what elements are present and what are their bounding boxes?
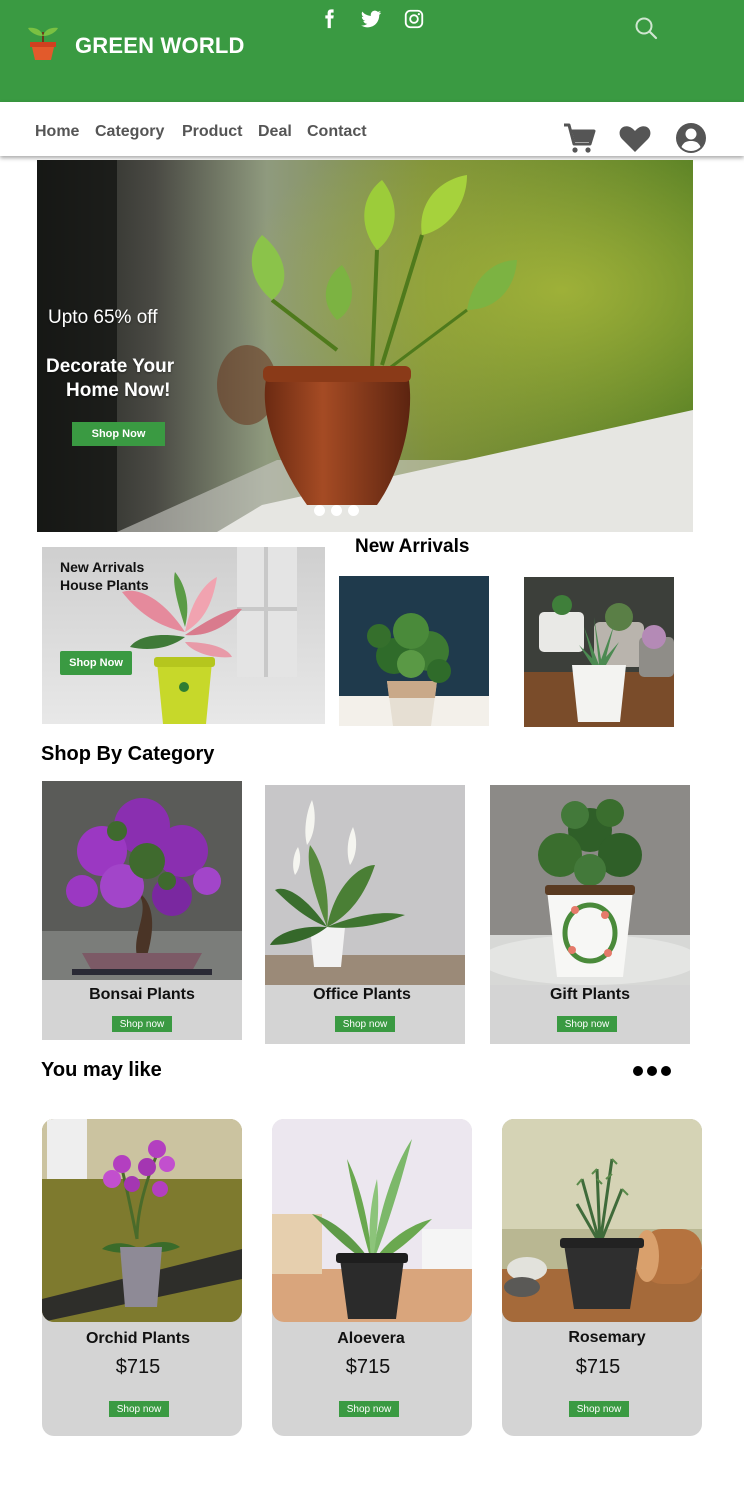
product-orchid-shop-now-button[interactable]: Shop now xyxy=(109,1401,169,1417)
product-aloevera-shop-now-button[interactable]: Shop now xyxy=(339,1401,399,1417)
category-label-office: Office Plants xyxy=(313,986,411,1003)
brand-name[interactable]: GREEN WORLD xyxy=(75,33,245,59)
promo-title-line1: New Arrivals xyxy=(60,559,145,575)
aloevera-plant-image xyxy=(272,1119,472,1322)
new-arrival-plant-1-image[interactable] xyxy=(339,576,489,726)
search-icon[interactable] xyxy=(633,15,659,41)
hero-headline-line2: Home Now! xyxy=(66,380,171,401)
hero-shop-now-button[interactable]: Shop Now xyxy=(72,422,165,446)
product-price-orchid: $715 xyxy=(115,1356,161,1378)
rosemary-plant-image xyxy=(502,1119,702,1322)
nav-item-deal[interactable]: Deal xyxy=(258,123,292,141)
category-bonsai-shop-now-button[interactable]: Shop now xyxy=(112,1016,172,1032)
carousel-dot-2[interactable] xyxy=(331,505,342,516)
orchid-plant-image xyxy=(42,1119,242,1322)
cart-icon[interactable] xyxy=(561,120,597,156)
product-name-rosemary: Rosemary xyxy=(568,1329,646,1346)
hero-pothos-plant-image xyxy=(37,160,693,532)
new-arrivals-heading: New Arrivals xyxy=(355,536,470,557)
category-label-gift: Gift Plants xyxy=(549,986,630,1003)
category-gift-shop-now-button[interactable]: Shop now xyxy=(557,1016,617,1032)
facebook-icon[interactable] xyxy=(318,8,340,30)
gift-plant-image xyxy=(490,785,690,985)
twitter-icon[interactable] xyxy=(360,8,382,30)
shop-by-category-heading: Shop By Category xyxy=(41,743,215,765)
product-price-rosemary: $715 xyxy=(575,1356,621,1378)
heart-icon[interactable] xyxy=(617,120,653,156)
promo-shop-now-button[interactable]: Shop Now xyxy=(60,651,132,675)
carousel-dot-1[interactable] xyxy=(314,505,325,516)
more-dots-icon[interactable] xyxy=(632,1063,672,1079)
hero-offer-text: Upto 65% off xyxy=(48,307,158,328)
category-label-bonsai: Bonsai Plants xyxy=(89,986,195,1003)
logo-plant-pot-icon xyxy=(28,27,58,60)
nav-item-contact[interactable]: Contact xyxy=(307,123,367,141)
carousel-dot-3[interactable] xyxy=(348,505,359,516)
office-plant-image xyxy=(265,785,465,985)
product-name-aloevera: Aloevera xyxy=(337,1330,405,1347)
new-arrival-plant-2-image[interactable] xyxy=(524,577,674,727)
you-may-like-heading: You may like xyxy=(41,1059,162,1081)
nav-item-product[interactable]: Product xyxy=(182,123,242,141)
product-name-orchid: Orchid Plants xyxy=(85,1330,191,1347)
product-price-aloevera: $715 xyxy=(345,1356,391,1378)
promo-title-line2: House Plants xyxy=(60,577,149,593)
nav-item-category[interactable]: Category xyxy=(95,123,164,141)
category-office-shop-now-button[interactable]: Shop now xyxy=(335,1016,395,1032)
instagram-icon[interactable] xyxy=(403,8,425,30)
product-rosemary-shop-now-button[interactable]: Shop now xyxy=(569,1401,629,1417)
hero-headline-line1: Decorate Your xyxy=(46,356,175,377)
bonsai-plant-image xyxy=(42,781,242,980)
nav-item-home[interactable]: Home xyxy=(35,123,79,141)
account-icon[interactable] xyxy=(673,120,709,156)
hero-banner xyxy=(37,160,693,532)
